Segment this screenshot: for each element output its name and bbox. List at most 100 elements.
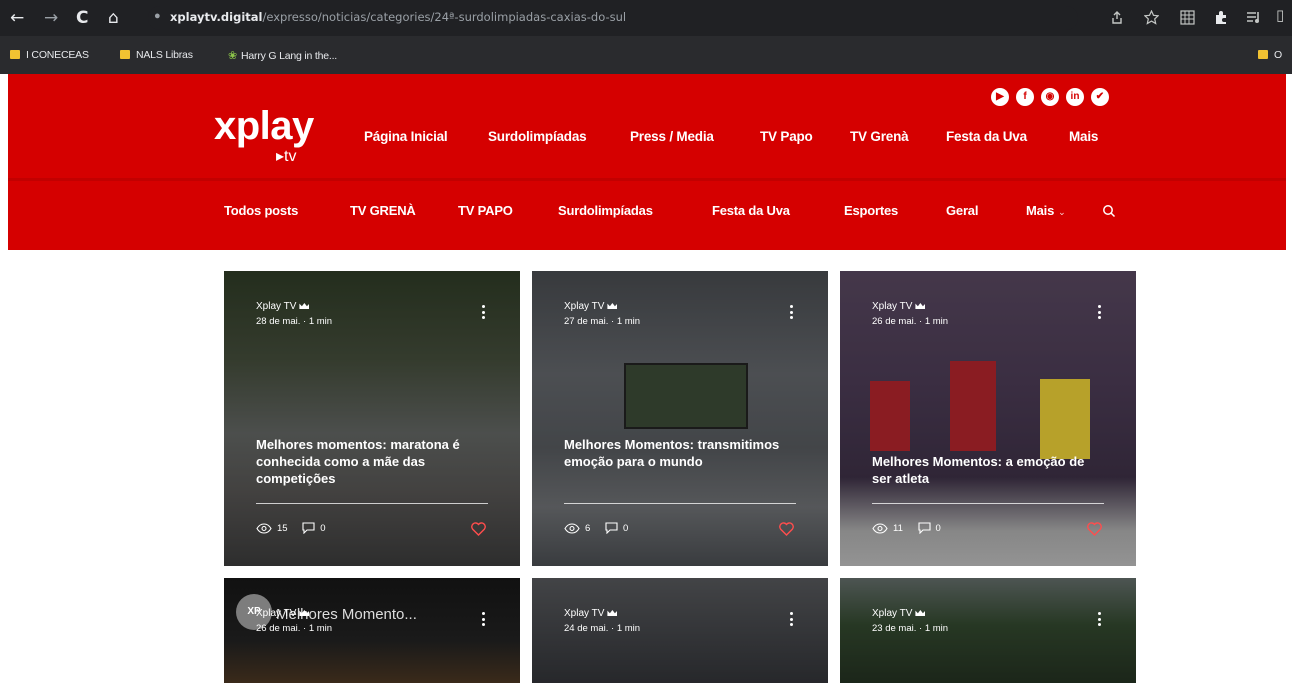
post-author[interactable]: Xplay TV xyxy=(564,301,618,313)
comment-icon xyxy=(605,522,618,534)
post-author[interactable]: Xplay TV xyxy=(256,301,310,313)
twitter-icon[interactable]: ✔ xyxy=(1091,88,1109,106)
forward-icon[interactable]: → xyxy=(44,8,58,28)
category-tv-papo[interactable]: TV PAPO xyxy=(458,203,513,218)
site-logo-sub: ▸tv xyxy=(276,148,297,165)
post-author[interactable]: Xplay TV xyxy=(872,301,926,313)
more-options-icon[interactable] xyxy=(790,305,794,321)
site-header: xplay ▸tv ▶ f ◉ in ✔ Página Inicial Surd… xyxy=(8,74,1286,250)
post-card[interactable]: Xplay TV 28 de mai. · 1 min Melhores mom… xyxy=(224,271,520,566)
category-surdolimpiadas[interactable]: Surdolimpíadas xyxy=(558,203,653,218)
nav-mais[interactable]: Mais xyxy=(1069,129,1098,144)
monitor-screen xyxy=(624,363,748,429)
post-title[interactable]: Melhores momentos: maratona é conhecida … xyxy=(256,436,488,487)
more-options-icon[interactable] xyxy=(1098,305,1102,321)
category-geral[interactable]: Geral xyxy=(946,203,978,218)
more-options-icon[interactable] xyxy=(482,305,486,321)
nav-festa-da-uva[interactable]: Festa da Uva xyxy=(946,129,1027,144)
category-mais[interactable]: Mais ⌄ xyxy=(1026,203,1066,218)
nav-pagina-inicial[interactable]: Página Inicial xyxy=(364,129,448,144)
crown-icon xyxy=(915,610,926,616)
url-domain: xplaytv.digital xyxy=(170,10,263,24)
more-options-icon[interactable] xyxy=(790,612,794,628)
bookmark-item[interactable]: NALS Libras xyxy=(120,49,193,61)
post-author[interactable]: Xplay TV xyxy=(564,608,618,620)
site-logo[interactable]: xplay xyxy=(214,104,314,148)
crown-icon xyxy=(299,610,310,616)
back-icon[interactable]: ← xyxy=(10,8,24,28)
crown-icon xyxy=(915,303,926,309)
athlete-figure xyxy=(870,381,910,451)
media-icon[interactable] xyxy=(1246,10,1261,25)
post-stats: 6 0 xyxy=(564,522,628,534)
search-icon[interactable] xyxy=(1102,204,1116,218)
comment-count: 0 xyxy=(622,523,629,534)
reload-icon[interactable]: C xyxy=(76,8,88,28)
view-count: 11 xyxy=(893,523,903,534)
youtube-icon[interactable]: ▶ xyxy=(991,88,1009,106)
post-title[interactable]: Melhores Momentos: a emoção de ser atlet… xyxy=(872,453,1104,487)
nav-tv-grena[interactable]: TV Grenà xyxy=(850,129,909,144)
eye-icon xyxy=(256,523,272,534)
post-stats: 11 0 xyxy=(872,522,941,534)
share-icon[interactable] xyxy=(1110,11,1124,25)
athlete-figure xyxy=(950,361,996,451)
facebook-icon[interactable]: f xyxy=(1016,88,1034,106)
bookmark-item[interactable]: I CONECEAS xyxy=(10,49,89,61)
view-count: 6 xyxy=(585,523,591,534)
post-card[interactable]: Xplay TV 23 de mai. · 1 min xyxy=(840,578,1136,683)
chevron-down-icon: ⌄ xyxy=(1058,207,1066,217)
post-date: 27 de mai. · 1 min xyxy=(564,316,641,327)
more-options-icon[interactable] xyxy=(482,612,486,628)
address-bar[interactable]: ● xplaytv.digital/expresso/noticias/cate… xyxy=(148,6,1078,30)
url-path: /expresso/noticias/categories/24ª-surdol… xyxy=(262,10,627,24)
post-date: 23 de mai. · 1 min xyxy=(872,623,949,634)
post-date: 28 de mai. · 1 min xyxy=(256,316,333,327)
post-card[interactable]: Xplay TV 27 de mai. · 1 min Melhores Mom… xyxy=(532,271,828,566)
instagram-icon[interactable]: ◉ xyxy=(1041,88,1059,106)
post-date: 24 de mai. · 1 min xyxy=(564,623,641,634)
star-icon[interactable] xyxy=(1144,10,1159,25)
grid-icon[interactable] xyxy=(1180,10,1195,25)
post-card[interactable]: XP Melhores Momento... Xplay TV 26 de ma… xyxy=(224,578,520,683)
category-festa-da-uva[interactable]: Festa da Uva xyxy=(712,203,790,218)
leaf-icon: ❀ xyxy=(228,50,238,62)
nav-surdolimpiadas[interactable]: Surdolimpíadas xyxy=(488,129,587,144)
comment-count: 0 xyxy=(935,523,941,534)
sidepanel-icon[interactable]: ▯ xyxy=(1276,6,1284,24)
url-text: xplaytv.digital/expresso/noticias/catego… xyxy=(170,10,626,24)
post-author[interactable]: Xplay TV xyxy=(872,608,926,620)
folder-icon xyxy=(10,50,20,59)
comment-icon xyxy=(302,522,315,534)
heart-icon[interactable] xyxy=(471,522,486,536)
browser-toolbar: ← → C ⌂ ● xplaytv.digital/expresso/notic… xyxy=(0,0,1292,36)
folder-icon xyxy=(120,50,130,59)
category-esportes[interactable]: Esportes xyxy=(844,203,898,218)
linkedin-icon[interactable]: in xyxy=(1066,88,1084,106)
crown-icon xyxy=(299,303,310,309)
eye-icon xyxy=(564,523,580,534)
post-card[interactable]: Xplay TV 26 de mai. · 1 min Melhores Mom… xyxy=(840,271,1136,566)
more-options-icon[interactable] xyxy=(1098,612,1102,628)
post-stats: 15 0 xyxy=(256,522,326,534)
comment-count: 0 xyxy=(320,523,326,534)
folder-icon xyxy=(1258,50,1268,59)
extension-icon[interactable] xyxy=(1214,10,1229,25)
crown-icon xyxy=(607,610,618,616)
post-title[interactable]: Melhores Momentos: transmitimos emoção p… xyxy=(564,436,796,470)
bookmark-item[interactable]: O xyxy=(1258,49,1282,61)
bookmark-item[interactable]: ❀ Harry G Lang in the... xyxy=(228,49,337,62)
post-card[interactable]: Xplay TV 24 de mai. · 1 min xyxy=(532,578,828,683)
post-date: 26 de mai. · 1 min xyxy=(256,623,333,634)
category-tv-grena[interactable]: TV GRENÀ xyxy=(350,203,416,218)
heart-icon[interactable] xyxy=(1087,522,1102,536)
category-todos-posts[interactable]: Todos posts xyxy=(224,203,298,218)
view-count: 15 xyxy=(277,523,288,534)
lock-icon: ● xyxy=(154,10,161,22)
post-author[interactable]: Xplay TV xyxy=(256,608,310,620)
bookmarks-bar: I CONECEAS NALS Libras ❀ Harry G Lang in … xyxy=(0,36,1292,74)
heart-icon[interactable] xyxy=(779,522,794,536)
home-icon[interactable]: ⌂ xyxy=(108,8,119,28)
nav-press-media[interactable]: Press / Media xyxy=(630,129,714,144)
nav-tv-papo[interactable]: TV Papo xyxy=(760,129,813,144)
